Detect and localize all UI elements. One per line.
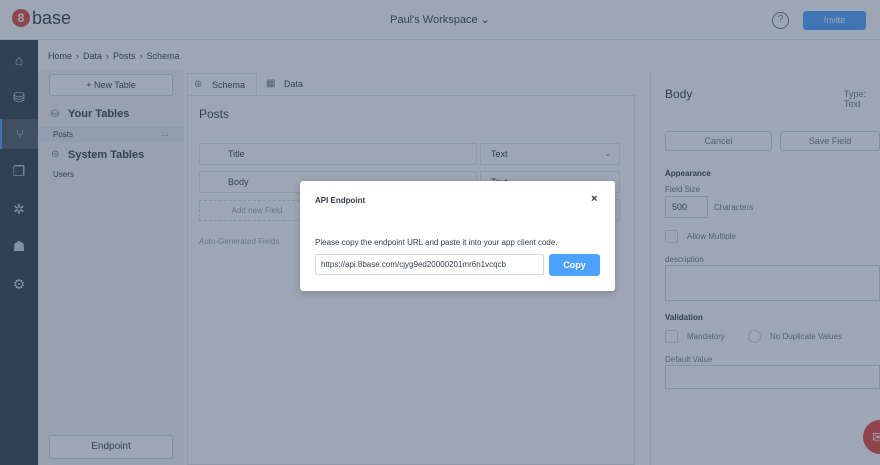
dialog-description: Please copy the endpoint URL and paste i… — [315, 238, 558, 247]
endpoint-url-field[interactable]: https://api.8base.com/cjyg9ed20000201mr6… — [315, 254, 544, 275]
close-icon[interactable]: × — [591, 193, 597, 205]
dialog-title: API Endpoint — [315, 196, 366, 205]
api-endpoint-dialog: API Endpoint × Please copy the endpoint … — [300, 181, 615, 291]
copy-button[interactable]: Copy — [549, 254, 600, 276]
